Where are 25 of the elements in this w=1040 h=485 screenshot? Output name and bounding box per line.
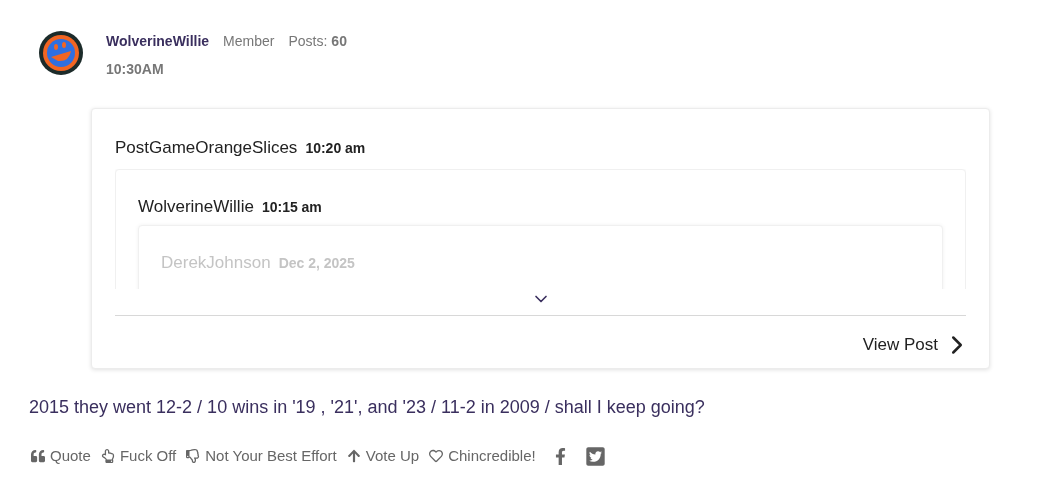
quote-time: 10:15 am (261, 197, 322, 217)
reaction-button[interactable]: Fuck Off (100, 445, 177, 468)
posts-label: Posts: (288, 32, 328, 51)
quote-author: PostGameOrangeSlices (115, 137, 298, 159)
post-body: 2015 they went 12-2 / 10 wins in '19 , '21', and '23 / 11-2 in 2009 / shall I keep going? (29, 396, 706, 419)
twitter-icon[interactable] (584, 445, 606, 467)
author-name[interactable]: WolverineWillie (106, 31, 210, 52)
avatar (38, 30, 84, 76)
quote-icon (31, 449, 45, 464)
arrow-up-icon (346, 449, 361, 464)
quote-time: 10:20 am (305, 139, 366, 158)
quote-author: DerekJohnson (161, 252, 271, 274)
reaction-button[interactable]: Chincredible! (429, 445, 536, 468)
heart-icon (429, 449, 444, 464)
reaction-button[interactable]: Vote Up (346, 445, 420, 468)
hand-icon (100, 449, 115, 464)
view-post-link[interactable]: View Post (862, 329, 966, 360)
quote-author: WolverineWillie (138, 195, 254, 218)
member-role: Member (223, 32, 275, 51)
reaction-button[interactable]: Quote (31, 445, 91, 468)
posts-count: 60 (331, 32, 347, 51)
quote-time: Dec 2, 2025 (278, 254, 355, 273)
thumbs-down-icon (186, 449, 201, 464)
post-time: 10:30AM (106, 60, 165, 79)
reaction-button[interactable]: Not Your Best Effort (186, 445, 337, 468)
